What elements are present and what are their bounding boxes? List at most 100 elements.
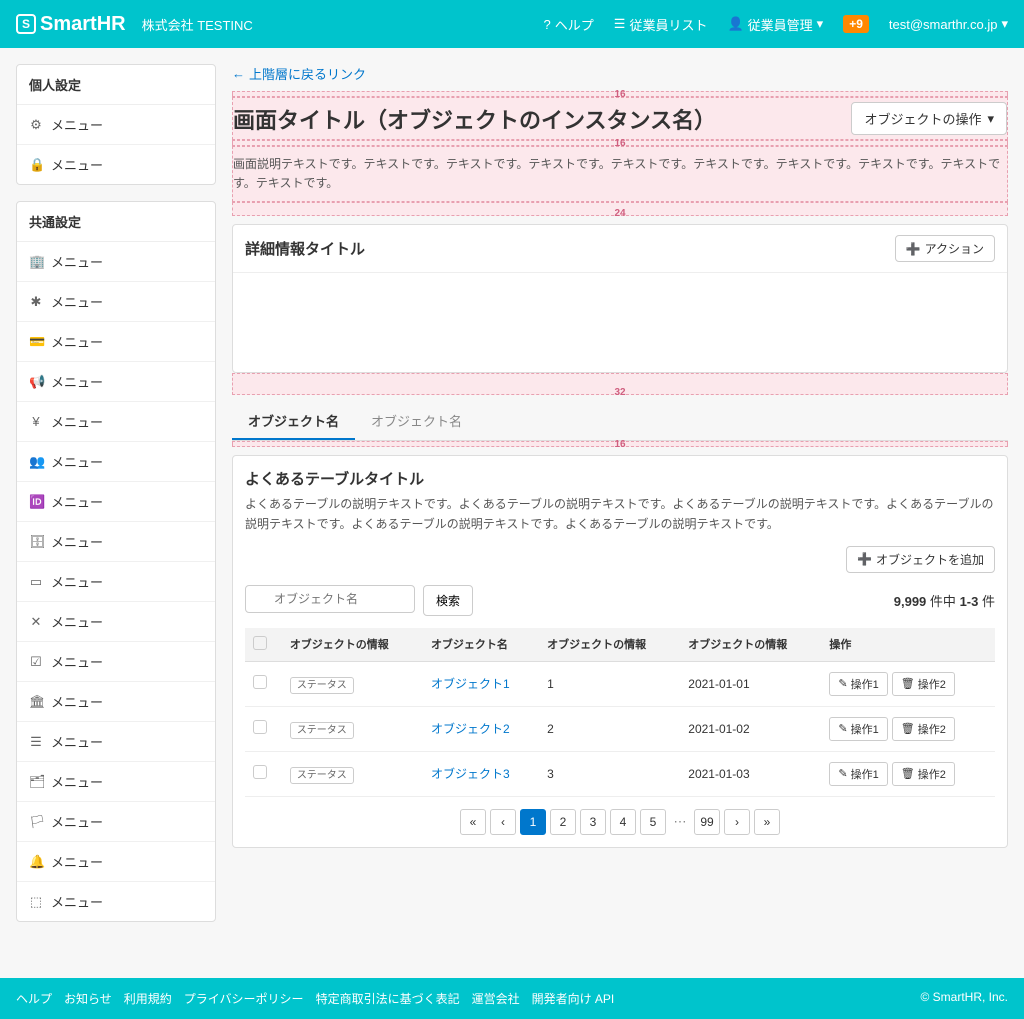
footer-link[interactable]: 開発者向け API <box>532 990 615 1007</box>
detail-title: 詳細情報タイトル <box>245 238 365 259</box>
sidebar-item-label: メニュー <box>51 532 103 551</box>
sidebar-item[interactable]: ¥メニュー <box>17 402 215 442</box>
sidebar-item-label: メニュー <box>51 452 103 471</box>
sidebar-item[interactable]: ☰メニュー <box>17 722 215 762</box>
page-number[interactable]: 99 <box>694 809 720 835</box>
sidebar-item[interactable]: 🏢メニュー <box>17 242 215 282</box>
logo[interactable]: S SmartHR <box>16 13 126 36</box>
tab[interactable]: オブジェクト名 <box>232 403 355 440</box>
footer: ヘルプお知らせ利用規約プライバシーポリシー特定商取引法に基づく表記運営会社開発者… <box>0 978 1024 1019</box>
footer-link[interactable]: プライバシーポリシー <box>184 990 304 1007</box>
sidebar-item[interactable]: ✕メニュー <box>17 602 215 642</box>
edit-button[interactable]: ✎操作1 <box>829 717 887 741</box>
sidebar-item[interactable]: ▭メニュー <box>17 562 215 602</box>
delete-button[interactable]: 🗑操作2 <box>892 672 955 696</box>
footer-link[interactable]: お知らせ <box>64 990 112 1007</box>
tab[interactable]: オブジェクト名 <box>355 403 478 440</box>
table-title: よくあるテーブルタイトル <box>245 468 995 489</box>
search-input[interactable] <box>245 585 415 613</box>
sidebar-item[interactable]: ✱メニュー <box>17 282 215 322</box>
footer-link[interactable]: ヘルプ <box>16 990 52 1007</box>
pencil-icon: ✎ <box>838 677 847 690</box>
page-number[interactable]: 1 <box>520 809 546 835</box>
sidebar-item[interactable]: 🗂メニュー <box>17 762 215 802</box>
sidebar-item-label: メニュー <box>51 612 103 631</box>
delete-button[interactable]: 🗑操作2 <box>892 717 955 741</box>
page-next[interactable]: » <box>754 809 780 835</box>
logo-icon: S <box>16 14 36 34</box>
sidebar-item[interactable]: 👥メニュー <box>17 442 215 482</box>
help-link[interactable]: ?ヘルプ <box>544 15 594 34</box>
company-name: 株式会社 TESTINC <box>142 15 253 34</box>
page-number[interactable]: 5 <box>640 809 666 835</box>
add-object-button[interactable]: ➕オブジェクトを追加 <box>846 546 995 573</box>
list-icon: ☰ <box>614 16 626 32</box>
sidebar-item[interactable]: 🏛メニュー <box>17 682 215 722</box>
spacing-marker: 32 <box>232 373 1008 395</box>
object-action-dropdown[interactable]: オブジェクトの操作▾ <box>851 102 1007 135</box>
page-number[interactable]: 3 <box>580 809 606 835</box>
sidebar-item[interactable]: 🔔メニュー <box>17 842 215 882</box>
sidebar: 個人設定 ⚙メニュー🔒メニュー 共通設定 🏢メニュー✱メニュー💳メニュー📢メニュ… <box>16 64 216 938</box>
chevron-down-icon: ▾ <box>817 16 824 32</box>
sidebar-item[interactable]: ☑メニュー <box>17 642 215 682</box>
plus-icon: ➕ <box>906 242 921 256</box>
detail-action-button[interactable]: ➕アクション <box>895 235 995 262</box>
row-checkbox[interactable] <box>253 675 267 689</box>
personal-settings-panel: 個人設定 ⚙メニュー🔒メニュー <box>16 64 216 185</box>
spacing-marker: 24 <box>232 202 1008 216</box>
detail-panel: 詳細情報タイトル ➕アクション <box>232 224 1008 373</box>
main-content: ←上階層に戻るリンク 16 画面タイトル（オブジェクトのインスタンス名） オブジ… <box>232 64 1008 938</box>
page-prev[interactable]: « <box>460 809 486 835</box>
object-link[interactable]: オブジェクト3 <box>431 767 510 781</box>
sidebar-item[interactable]: ⚙メニュー <box>17 105 215 145</box>
object-link[interactable]: オブジェクト2 <box>431 722 510 736</box>
menu-icon: 🏛 <box>29 694 43 710</box>
cell-info: 3 <box>539 751 680 796</box>
footer-link[interactable]: 利用規約 <box>124 990 172 1007</box>
sidebar-item-label: メニュー <box>51 372 103 391</box>
sidebar-item-label: メニュー <box>51 572 103 591</box>
notification-badge[interactable]: +9 <box>843 15 869 33</box>
footer-link[interactable]: 特定商取引法に基づく表記 <box>316 990 460 1007</box>
sidebar-item[interactable]: 📢メニュー <box>17 362 215 402</box>
status-badge: ステータス <box>290 722 354 739</box>
sidebar-item[interactable]: 🏳メニュー <box>17 802 215 842</box>
pencil-icon: ✎ <box>838 767 847 780</box>
search-button[interactable]: 検索 <box>423 585 473 616</box>
menu-icon: 🔒 <box>29 157 43 173</box>
status-badge: ステータス <box>290 677 354 694</box>
sidebar-item-label: メニュー <box>51 492 103 511</box>
sidebar-item-label: メニュー <box>51 155 103 174</box>
edit-button[interactable]: ✎操作1 <box>829 672 887 696</box>
sidebar-item[interactable]: 🗄 メニュー <box>17 522 215 562</box>
back-link[interactable]: ←上階層に戻るリンク <box>232 64 1008 83</box>
cell-date: 2021-01-03 <box>680 751 821 796</box>
detail-body <box>233 272 1007 372</box>
object-link[interactable]: オブジェクト1 <box>431 677 510 691</box>
sidebar-item[interactable]: 🆔メニュー <box>17 482 215 522</box>
menu-icon: 🗄 <box>29 534 43 550</box>
page-number[interactable]: 2 <box>550 809 576 835</box>
sidebar-item[interactable]: 💳メニュー <box>17 322 215 362</box>
menu-icon: 🏳 <box>29 814 43 830</box>
sidebar-item[interactable]: 🔒 メニュー <box>17 145 215 184</box>
sidebar-item-label: メニュー <box>51 252 103 271</box>
employee-list-link[interactable]: ☰従業員リスト <box>614 15 708 34</box>
delete-button[interactable]: 🗑操作2 <box>892 762 955 786</box>
logo-text: SmartHR <box>40 13 126 36</box>
edit-button[interactable]: ✎操作1 <box>829 762 887 786</box>
employee-mgmt-dropdown[interactable]: 👤従業員管理▾ <box>727 15 823 34</box>
row-checkbox[interactable] <box>253 765 267 779</box>
select-all-checkbox[interactable] <box>253 636 267 650</box>
page-next[interactable]: › <box>724 809 750 835</box>
copyright: © SmartHR, Inc. <box>920 990 1008 1007</box>
user-email-dropdown[interactable]: test@smarthr.co.jp▾ <box>889 16 1008 32</box>
chevron-down-icon: ▾ <box>1001 16 1008 32</box>
row-checkbox[interactable] <box>253 720 267 734</box>
footer-link[interactable]: 運営会社 <box>472 990 520 1007</box>
page-number[interactable]: 4 <box>610 809 636 835</box>
column-header: オブジェクトの情報 <box>680 628 821 662</box>
page-prev[interactable]: ‹ <box>490 809 516 835</box>
sidebar-item[interactable]: ⬚メニュー <box>17 882 215 921</box>
